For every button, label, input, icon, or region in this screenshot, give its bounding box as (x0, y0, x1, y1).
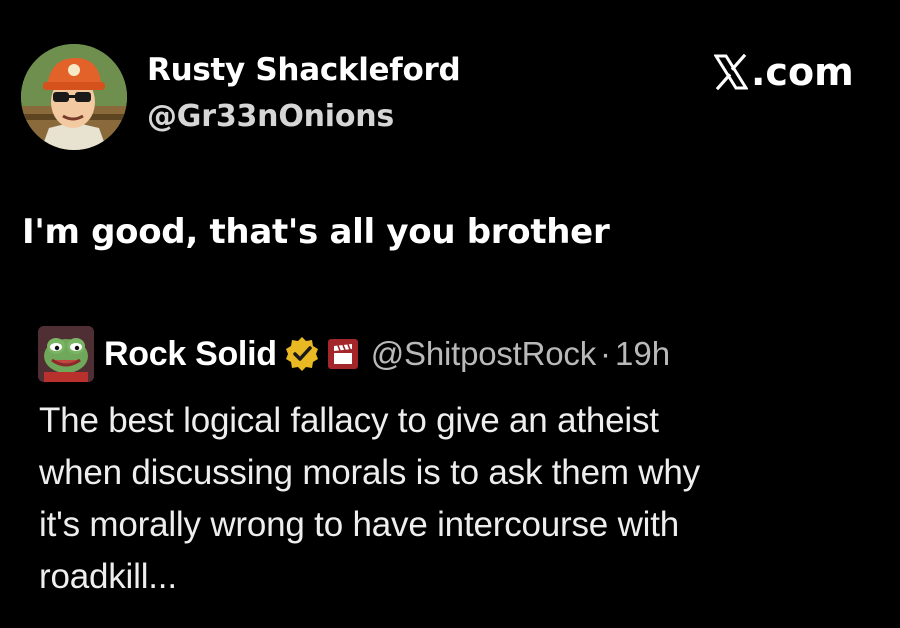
site-label: .com (751, 50, 854, 94)
quoted-tweet-time[interactable]: 19h (615, 335, 670, 373)
quoted-tweet-header[interactable]: Rock Solid @ShitpostRock · 19h (38, 326, 670, 382)
quoted-tweet-text: The best logical fallacy to give an athe… (39, 395, 879, 603)
quoted-tweet-line: it's morally wrong to have intercourse w… (39, 505, 680, 544)
author-display-name[interactable]: Rusty Shackleford (147, 52, 461, 88)
quoted-author-handle[interactable]: @ShitpostRock (371, 335, 597, 373)
quoted-author-name[interactable]: Rock Solid (104, 335, 277, 374)
site-watermark: .com (714, 50, 854, 94)
separator-dot: · (600, 335, 612, 372)
x-logo-icon (714, 54, 748, 90)
author-handle[interactable]: @Gr33nOnions (147, 99, 394, 134)
cartoon-man-avatar-icon (21, 44, 127, 150)
quoted-tweet-line: The best logical fallacy to give an athe… (39, 401, 659, 440)
tweet-text: I'm good, that's all you brother (22, 212, 610, 252)
frog-cartoon-avatar-icon (38, 326, 94, 382)
author-avatar[interactable] (21, 44, 127, 150)
clapperboard-icon (327, 339, 358, 369)
quoted-tweet-line: roadkill... (39, 557, 177, 596)
verified-badge-icon (285, 337, 318, 371)
tweet-card: Rusty Shackleford @Gr33nOnions .com I'm … (0, 0, 900, 628)
quoted-tweet-line: when discussing morals is to ask them wh… (39, 453, 700, 492)
quoted-author-avatar[interactable] (38, 326, 94, 382)
